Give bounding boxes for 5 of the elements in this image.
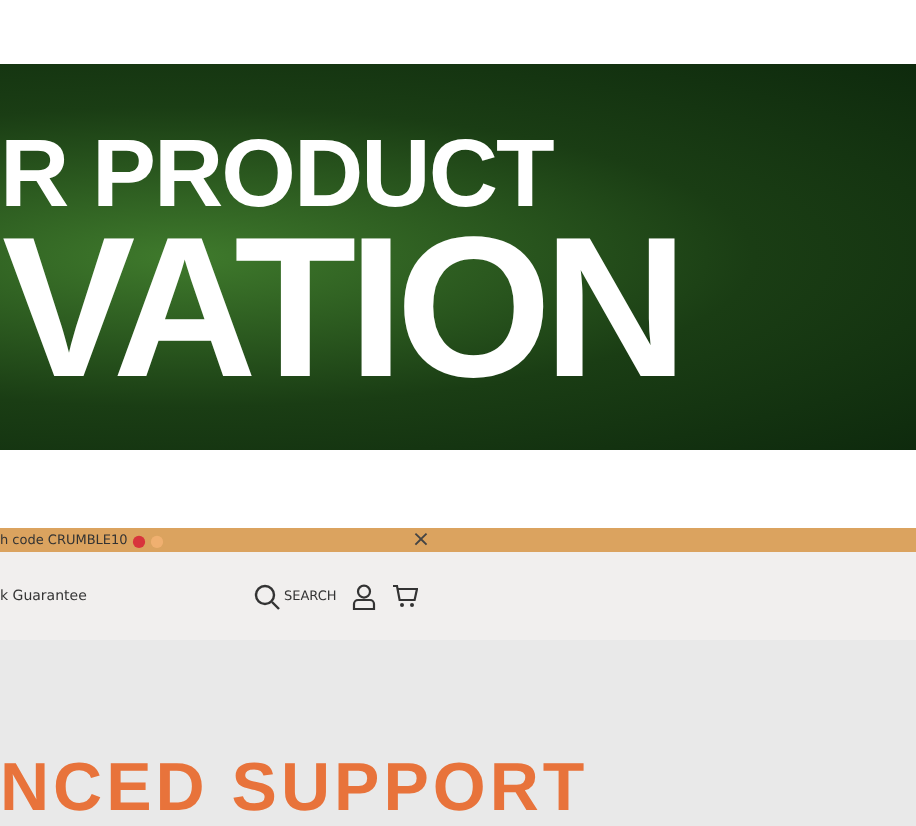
account-icon[interactable] xyxy=(352,583,377,609)
search-icon xyxy=(254,583,280,609)
close-button[interactable]: × xyxy=(411,528,431,552)
section-heading: NCED SUPPORT xyxy=(0,754,591,822)
cart-icon[interactable] xyxy=(392,584,419,608)
